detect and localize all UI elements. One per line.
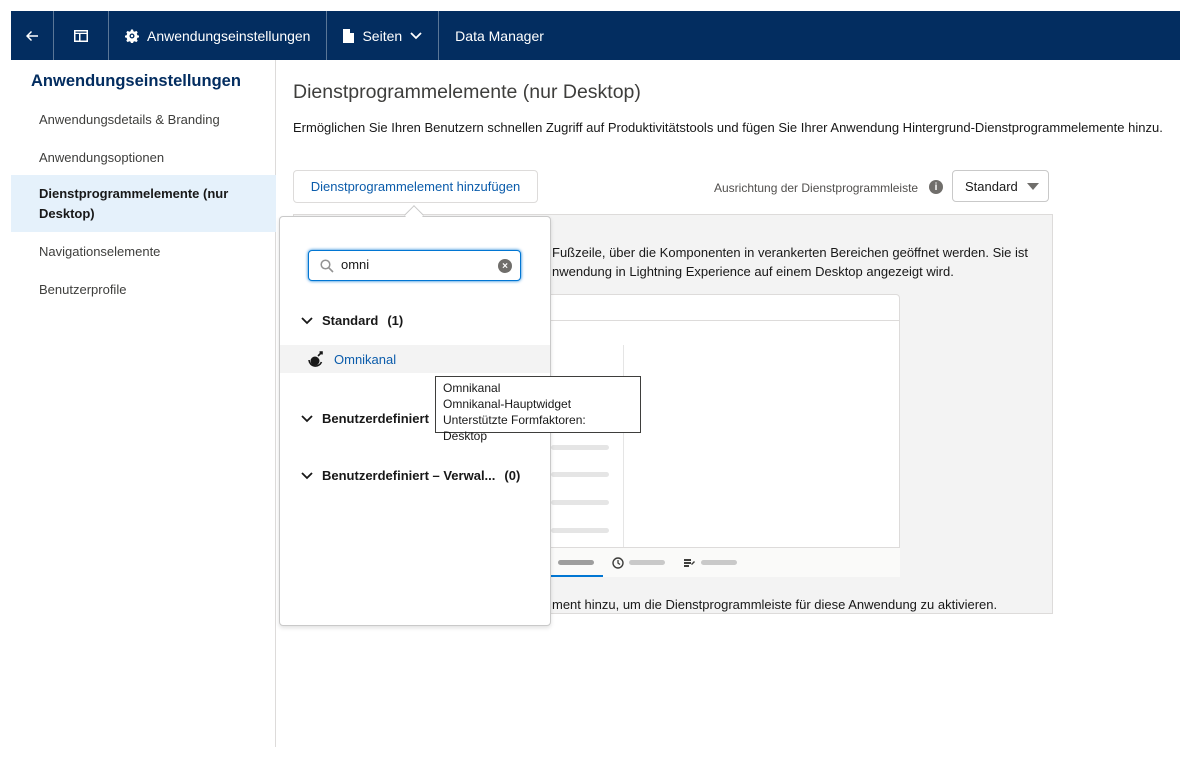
- panel-footer-text: ment hinzu, um die Dienstprogrammleiste …: [552, 597, 998, 612]
- chevron-down-icon: [301, 414, 313, 422]
- caret-down-icon: [1027, 183, 1039, 190]
- orientation-label: Ausrichtung der Dienstprogrammleiste: [714, 181, 919, 195]
- component-search[interactable]: ×: [308, 250, 521, 281]
- app-settings-button[interactable]: Anwendungseinstellungen: [109, 11, 328, 60]
- page-description: Ermöglichen Sie Ihren Benutzern schnelle…: [293, 120, 1163, 135]
- illustration-bar: [551, 528, 609, 533]
- sidebar-item-app-details[interactable]: Anwendungsdetails & Branding: [11, 112, 276, 127]
- illustration-bar: [551, 472, 609, 477]
- orientation-value: Standard: [965, 178, 1018, 194]
- app-builder-header: Anwendungseinstellungen Seiten Data Mana…: [11, 11, 1180, 60]
- app-settings-label: Anwendungseinstellungen: [147, 27, 311, 44]
- chevron-down-icon: [410, 31, 422, 39]
- back-button[interactable]: [11, 11, 54, 60]
- tooltip-form-factors: Unterstützte Formfaktoren: Desktop: [443, 413, 586, 443]
- chevron-down-icon: [301, 316, 313, 324]
- group-custom-managed-label: Benutzerdefiniert – Verwal...: [322, 468, 496, 483]
- illustration-pill: [701, 560, 737, 565]
- info-icon[interactable]: i: [929, 180, 943, 194]
- item-tooltip: Omnikanal Omnikanal-Hauptwidget Unterstü…: [435, 376, 641, 443]
- tooltip-subtitle: Omnikanal-Hauptwidget: [443, 397, 572, 411]
- group-custom-managed-count: (0): [504, 468, 521, 483]
- illustration-bar: [551, 445, 609, 450]
- pages-label: Seiten: [362, 27, 403, 44]
- group-custom[interactable]: Benutzerdefiniert: [301, 411, 429, 426]
- list-item-label: Omnikanal: [334, 351, 397, 367]
- search-icon: [320, 259, 334, 273]
- panel-description-line2: nwendung in Lightning Experience auf ein…: [552, 264, 954, 279]
- sidebar-item-navigation-items[interactable]: Navigationselemente: [11, 244, 276, 259]
- add-utility-item-button[interactable]: Dienstprogrammelement hinzufügen: [293, 170, 538, 203]
- arrow-left-icon: [26, 30, 38, 41]
- page-icon: [343, 28, 355, 43]
- illustration-utility-bar: [531, 547, 900, 577]
- group-custom-managed[interactable]: Benutzerdefiniert – Verwal... (0): [301, 468, 520, 483]
- group-custom-label: Benutzerdefiniert: [322, 411, 429, 426]
- sidebar-item-app-options[interactable]: Anwendungsoptionen: [11, 150, 276, 165]
- illustration-bar: [551, 500, 609, 505]
- clock-icon: [612, 557, 624, 569]
- data-manager-button[interactable]: Data Manager: [439, 11, 560, 60]
- clear-search-icon[interactable]: ×: [498, 259, 512, 273]
- illustration-pill: [558, 560, 594, 565]
- illustration-pill: [629, 560, 665, 565]
- group-standard-label: Standard: [322, 313, 379, 328]
- orientation-select[interactable]: Standard: [952, 170, 1049, 202]
- settings-sidebar: Anwendungseinstellungen Anwendungsdetail…: [11, 60, 276, 747]
- data-manager-label: Data Manager: [455, 27, 544, 44]
- page-title: Dienstprogrammelemente (nur Desktop): [293, 81, 641, 103]
- layout-icon: [74, 29, 88, 42]
- sidebar-item-user-profiles[interactable]: Benutzerprofile: [11, 282, 276, 297]
- group-standard[interactable]: Standard (1): [301, 313, 403, 328]
- chevron-down-icon: [301, 471, 313, 479]
- panel-description: Fußzeile, über die Komponenten in verank…: [552, 243, 1032, 281]
- panel-description-line1: Fußzeile, über die Komponenten in verank…: [552, 245, 1028, 260]
- notes-icon: [684, 559, 695, 567]
- pages-menu-button[interactable]: Seiten: [327, 11, 440, 60]
- illustration-divider: [531, 320, 900, 321]
- sidebar-item-utility-items[interactable]: Dienstprogrammelemente (nur Desktop): [11, 175, 276, 232]
- gear-icon: [125, 29, 139, 43]
- omnichannel-icon: [308, 351, 323, 367]
- sidebar-title: Anwendungseinstellungen: [31, 72, 241, 90]
- list-item-omnichannel[interactable]: Omnikanal: [280, 345, 550, 373]
- group-standard-count: (1): [387, 313, 404, 328]
- tooltip-title: Omnikanal: [443, 381, 501, 395]
- search-input[interactable]: [341, 257, 491, 272]
- layout-button[interactable]: [54, 11, 109, 60]
